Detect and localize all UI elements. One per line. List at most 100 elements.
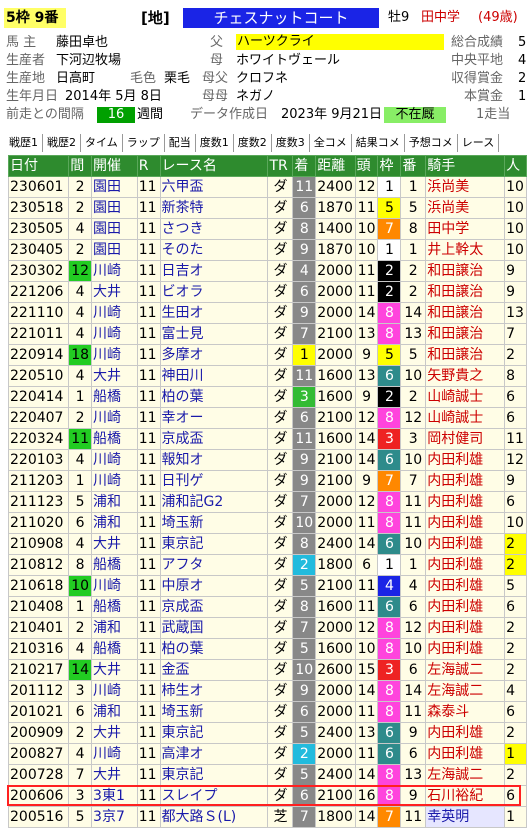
cell-venue[interactable]: 川崎 xyxy=(91,344,138,366)
cell-venue[interactable]: 園田 xyxy=(91,218,138,240)
cell-jockey[interactable]: 内田利雄 xyxy=(425,449,506,471)
cell-jockey[interactable]: 井上幹太 xyxy=(425,239,506,261)
cell-venue[interactable]: 大井 xyxy=(91,764,138,786)
cell-jockey[interactable]: 矢野貴之 xyxy=(425,365,506,387)
tab-result-comments[interactable]: 結果コメ xyxy=(351,134,405,152)
cell-venue[interactable]: 大井 xyxy=(91,722,138,744)
table-row[interactable]: 210401 2 浦和 11 武蔵国ダ 7 2000 12 8 12 内田利雄 2 xyxy=(7,617,527,639)
cell-race-name[interactable]: そのた xyxy=(159,239,269,261)
cell-race-name[interactable]: 武蔵国 xyxy=(159,617,269,639)
table-row[interactable]: 210812 8 船橋 11 アフタダ 2 1800 6 1 1 内田利雄 2 xyxy=(7,554,527,576)
cell-race-name[interactable]: 柏の葉 xyxy=(159,386,269,408)
table-row[interactable]: 201112 3 川崎 11 柿生オダ 9 2000 14 8 14 左海誠二 4 xyxy=(7,680,527,702)
cell-jockey[interactable]: 内田利雄 xyxy=(425,470,506,492)
tab-stats-2[interactable]: 度数2 xyxy=(233,134,272,152)
cell-race-name[interactable]: 東京記 xyxy=(159,764,269,786)
cell-race-name[interactable]: 日刊ゲ xyxy=(159,470,269,492)
cell-jockey[interactable]: 内田利雄 xyxy=(425,638,506,660)
cell-venue[interactable]: 川崎 xyxy=(91,575,138,597)
cell-jockey[interactable]: 山崎誠士 xyxy=(425,407,506,429)
cell-jockey[interactable]: 内田利雄 xyxy=(425,554,506,576)
cell-jockey[interactable]: 左海誠二 xyxy=(425,659,506,681)
cell-jockey[interactable]: 内田利雄 xyxy=(425,575,506,597)
col-popularity[interactable]: 人 xyxy=(504,155,527,177)
table-row[interactable]: 200909 2 大井 11 東京記ダ 5 2400 13 6 9 内田利雄 2 xyxy=(7,722,527,744)
tab-stats-3[interactable]: 度数3 xyxy=(271,134,310,152)
col-track[interactable]: TR xyxy=(267,155,294,177)
cell-race-name[interactable]: 埼玉新 xyxy=(159,512,269,534)
cell-race-name[interactable]: アフタ xyxy=(159,554,269,576)
tab-payout[interactable]: 配当 xyxy=(164,134,196,152)
cell-race-name[interactable]: 報知オ xyxy=(159,449,269,471)
tab-history-2[interactable]: 戦歴2 xyxy=(43,134,81,152)
cell-venue[interactable]: 川崎 xyxy=(91,470,138,492)
cell-race-name[interactable]: 京成盃 xyxy=(159,428,269,450)
cell-race-name[interactable]: ビオラ xyxy=(159,281,269,303)
cell-jockey[interactable]: 浜尚美 xyxy=(425,197,506,219)
dam-value[interactable]: ホワイトヴェール xyxy=(236,52,340,70)
cell-venue[interactable]: 船橋 xyxy=(91,638,138,660)
cell-venue[interactable]: 川崎 xyxy=(91,743,138,765)
cell-race-name[interactable]: さつき xyxy=(159,218,269,240)
cell-race-name[interactable]: 神田川 xyxy=(159,365,269,387)
cell-race-name[interactable]: 東京記 xyxy=(159,722,269,744)
cell-jockey[interactable]: 森泰斗 xyxy=(425,701,506,723)
col-gate[interactable]: 枠 xyxy=(377,155,402,177)
table-row[interactable]: 200516 5 3京7 11 都大路Ｓ(L) 芝 7 1800 14 7 11 幸英明 1 xyxy=(7,806,527,828)
cell-venue[interactable]: 船橋 xyxy=(91,428,138,450)
tab-all-comments[interactable]: 全コメ xyxy=(309,134,352,152)
table-row[interactable]: 210217 14 大井 11 金盃ダ 10 2600 15 3 6 左海誠二 2 xyxy=(7,659,527,681)
cell-venue[interactable]: 園田 xyxy=(91,197,138,219)
cell-jockey[interactable]: 内田利雄 xyxy=(425,512,506,534)
col-jockey[interactable]: 騎手 xyxy=(425,155,506,177)
cell-race-name[interactable]: 富士見 xyxy=(159,323,269,345)
cell-jockey[interactable]: 田中学 xyxy=(425,218,506,240)
cell-venue[interactable]: 園田 xyxy=(91,239,138,261)
cell-venue[interactable]: 大井 xyxy=(91,281,138,303)
cell-venue[interactable]: 浦和 xyxy=(91,701,138,723)
col-field-size[interactable]: 頭 xyxy=(354,155,379,177)
cell-race-name[interactable]: 浦和記G2 xyxy=(159,491,269,513)
table-row[interactable]: 211020 6 浦和 11 埼玉新ダ 10 2000 11 8 11 内田利雄 10 xyxy=(7,512,527,534)
cell-race-name[interactable]: 高津オ xyxy=(159,743,269,765)
cell-race-name[interactable]: 都大路Ｓ(L) xyxy=(159,806,269,828)
cell-jockey[interactable]: 左海誠二 xyxy=(425,680,506,702)
cell-jockey[interactable]: 和田譲治 xyxy=(425,302,506,324)
cell-jockey[interactable]: 和田譲治 xyxy=(425,281,506,303)
cell-jockey[interactable]: 内田利雄 xyxy=(425,617,506,639)
cell-race-name[interactable]: 柿生オ xyxy=(159,680,269,702)
cell-venue[interactable]: 川崎 xyxy=(91,323,138,345)
col-date[interactable]: 日付 xyxy=(7,155,70,177)
table-row[interactable]: 220407 2 川崎 11 幸オーダ 6 2100 12 8 12 山崎誠士 6 xyxy=(7,407,527,429)
cell-jockey[interactable]: 石川裕紀 xyxy=(425,785,506,807)
table-row[interactable]: 201021 6 浦和 11 埼玉新ダ 6 2000 11 8 11 森泰斗 6 xyxy=(7,701,527,723)
table-row[interactable]: 230405 2 園田 11 そのたダ 9 1870 10 1 1 井上幹太 10 xyxy=(7,239,527,261)
cell-jockey[interactable]: 和田譲治 xyxy=(425,344,506,366)
cell-venue[interactable]: 船橋 xyxy=(91,554,138,576)
cell-venue[interactable]: 浦和 xyxy=(91,491,138,513)
cell-venue[interactable]: 川崎 xyxy=(91,680,138,702)
table-row[interactable]: 230302 12 川崎 11 日吉オダ 4 2000 11 2 2 和田譲治 9 xyxy=(7,260,527,282)
table-row[interactable]: 200827 4 川崎 11 高津オダ 2 2000 11 6 6 内田利雄 1 xyxy=(7,743,527,765)
cell-jockey[interactable]: 内田利雄 xyxy=(425,596,506,618)
broodmare-sire-value[interactable]: クロフネ xyxy=(236,70,288,88)
cell-jockey[interactable]: 和田譲治 xyxy=(425,260,506,282)
table-row[interactable]: 220510 4 大井 11 神田川ダ 11 1600 13 6 10 矢野貴之 8 xyxy=(7,365,527,387)
cell-venue[interactable]: 川崎 xyxy=(91,260,138,282)
cell-venue[interactable]: 大井 xyxy=(91,365,138,387)
cell-venue[interactable]: 船橋 xyxy=(91,386,138,408)
cell-venue[interactable]: 船橋 xyxy=(91,596,138,618)
cell-race-name[interactable]: 京成盃 xyxy=(159,596,269,618)
cell-race-name[interactable]: 東京記 xyxy=(159,533,269,555)
table-row[interactable]: 220103 4 川崎 11 報知オダ 9 2100 14 6 10 内田利雄 12 xyxy=(7,449,527,471)
cell-race-name[interactable]: スレイプ xyxy=(159,785,269,807)
cell-race-name[interactable]: 柏の葉 xyxy=(159,638,269,660)
cell-jockey[interactable]: 左海誠二 xyxy=(425,764,506,786)
tab-time[interactable]: タイム xyxy=(81,134,123,152)
cell-venue[interactable]: 大井 xyxy=(91,659,138,681)
col-race-name[interactable]: レース名 xyxy=(159,155,269,177)
cell-race-name[interactable]: 埼玉新 xyxy=(159,701,269,723)
col-finish[interactable]: 着 xyxy=(292,155,317,177)
cell-jockey[interactable]: 和田譲治 xyxy=(425,323,506,345)
cell-race-name[interactable]: 六甲盃 xyxy=(159,176,269,198)
